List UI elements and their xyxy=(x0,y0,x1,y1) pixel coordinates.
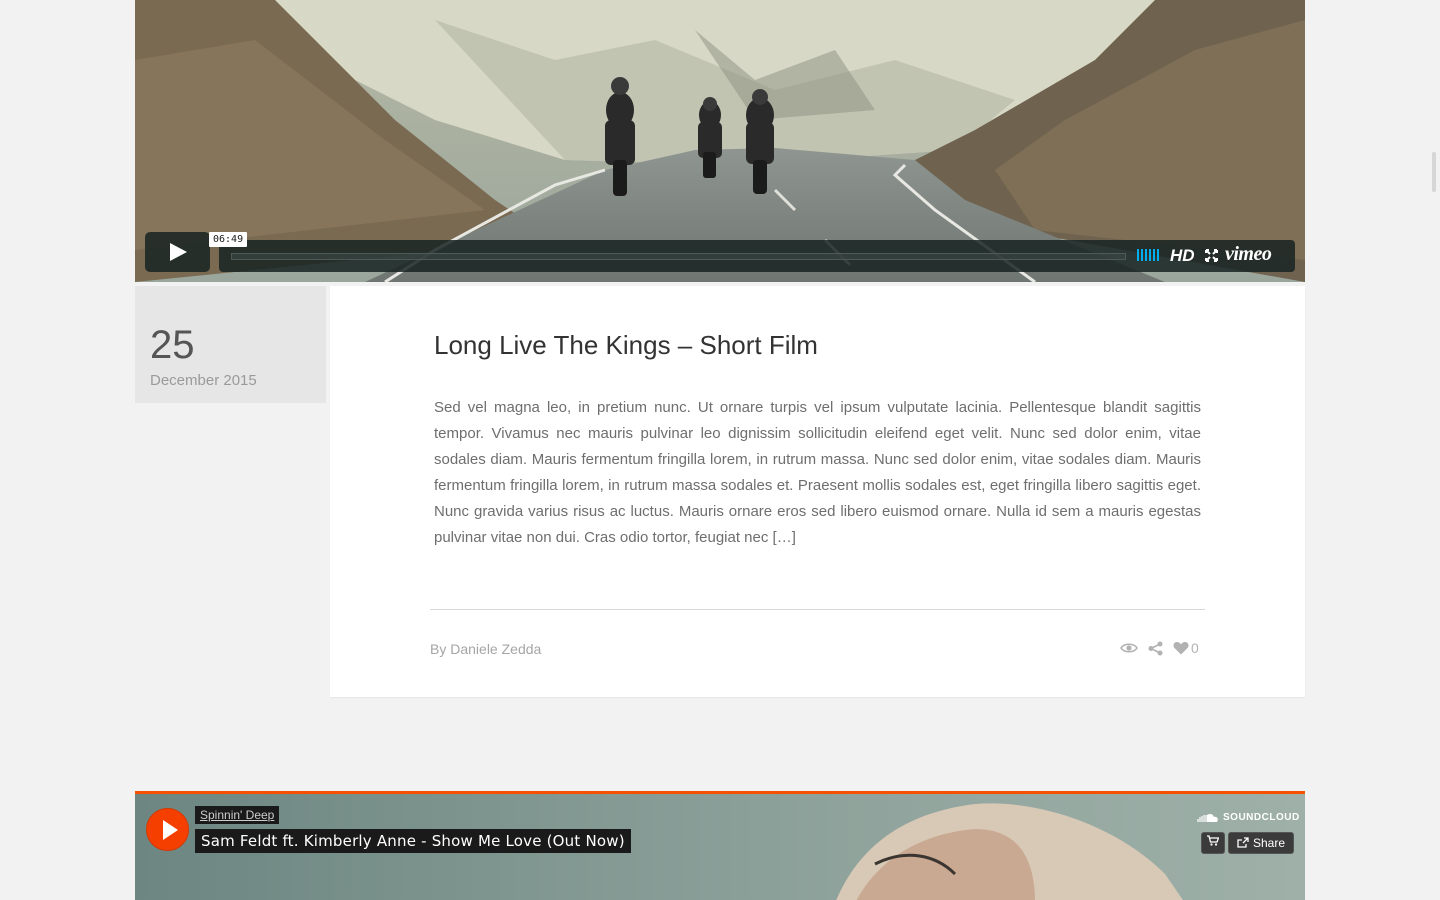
post-title[interactable]: Long Live The Kings – Short Film xyxy=(434,330,818,361)
play-icon xyxy=(170,243,187,261)
share-button[interactable]: Share xyxy=(1228,832,1294,854)
fullscreen-icon[interactable] xyxy=(1205,249,1218,264)
hd-toggle[interactable]: HD xyxy=(1170,246,1195,266)
soundcloud-track-title[interactable]: Sam Feldt ft. Kimberly Anne - Show Me Lo… xyxy=(195,829,631,853)
page-scrollbar[interactable] xyxy=(1432,152,1436,192)
soundcloud-logo[interactable]: SOUNDCLOUD xyxy=(1197,812,1300,823)
video-time-tooltip: 06:49 xyxy=(209,232,248,247)
post-date: 25 December 2015 xyxy=(135,286,326,403)
video-player[interactable]: HD vimeo 06:49 xyxy=(135,0,1305,282)
soundcloud-play-button[interactable] xyxy=(146,808,189,851)
soundcloud-logo-text: SOUNDCLOUD xyxy=(1223,812,1300,823)
share-box-icon xyxy=(1237,837,1249,848)
share-icon[interactable] xyxy=(1148,641,1163,656)
post-date-day: 25 xyxy=(150,323,195,367)
post-date-month: December 2015 xyxy=(150,372,257,389)
video-play-button[interactable] xyxy=(145,232,210,272)
like-button[interactable]: 0 xyxy=(1173,640,1199,656)
post-author: By Daniele Zedda xyxy=(430,641,541,657)
buy-button[interactable] xyxy=(1201,832,1225,854)
divider xyxy=(430,609,1205,610)
eye-icon[interactable] xyxy=(1120,642,1138,654)
like-count: 0 xyxy=(1191,640,1199,656)
post-meta: 0 xyxy=(1120,640,1199,656)
soundcloud-player[interactable]: Spinnin' Deep Sam Feldt ft. Kimberly Ann… xyxy=(135,791,1305,900)
soundcloud-cloud-icon xyxy=(1197,813,1218,822)
share-label: Share xyxy=(1253,836,1286,850)
soundcloud-user-link[interactable]: Spinnin' Deep xyxy=(195,806,280,824)
video-progress-bar[interactable] xyxy=(231,253,1126,260)
video-controls-bar: HD vimeo xyxy=(219,240,1295,272)
cart-icon xyxy=(1207,835,1220,846)
author-link[interactable]: Daniele Zedda xyxy=(450,641,541,657)
author-prefix: By xyxy=(430,641,447,657)
play-icon xyxy=(163,820,178,840)
post-card: Long Live The Kings – Short Film Sed vel… xyxy=(330,286,1305,697)
post-excerpt: Sed vel magna leo, in pretium nunc. Ut o… xyxy=(434,399,1201,546)
heart-icon xyxy=(1173,642,1189,655)
volume-icon[interactable] xyxy=(1137,249,1159,261)
vimeo-logo[interactable]: vimeo xyxy=(1225,243,1272,266)
